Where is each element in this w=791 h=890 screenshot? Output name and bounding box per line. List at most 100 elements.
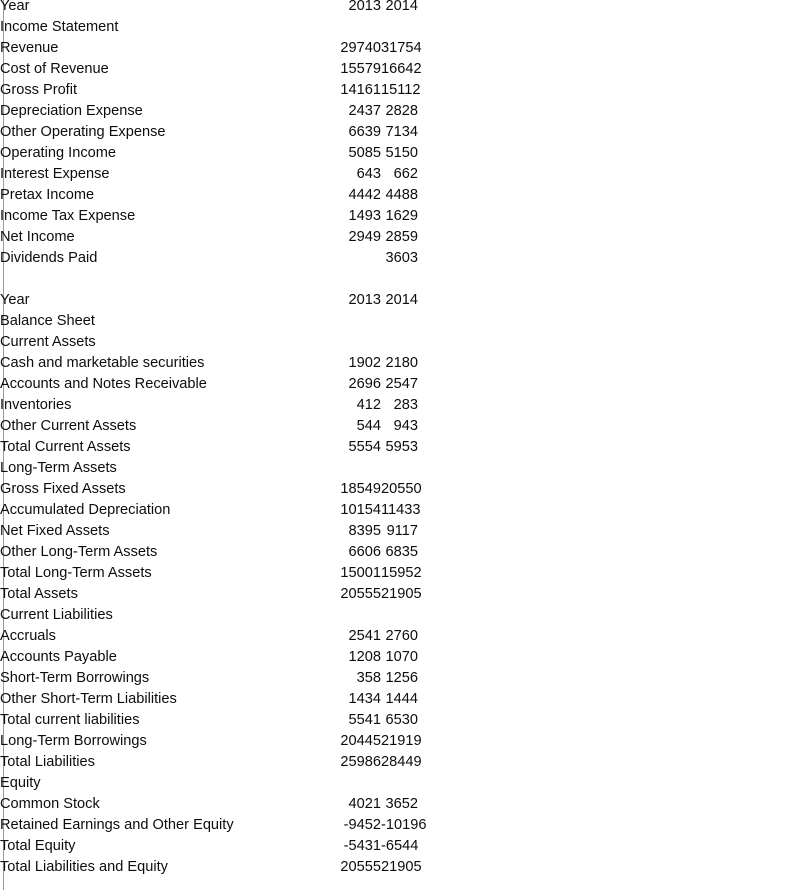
trailing-pad-cell (444, 206, 470, 227)
table-row: Accounts and Notes Receivable 2696 2547 (0, 374, 470, 395)
value-year-1: 544 (356, 418, 381, 434)
row-label: Other Long-Term Assets (0, 544, 158, 560)
trailing-pad-cell (444, 59, 470, 80)
value-year-2: 20550 (381, 481, 422, 497)
value-year-2: 3603 (385, 250, 418, 266)
section-label: Current Assets (0, 334, 96, 350)
table-row: Total Equity -5431 -6544 (0, 836, 470, 857)
row-label: Pretax Income (0, 187, 95, 203)
value-year-2 (381, 311, 444, 332)
column-header-year-1: 2013 (348, 292, 381, 308)
value-year-1 (332, 17, 381, 38)
table-row: Cost of Revenue 15579 16642 (0, 59, 470, 80)
financial-statements-table: Year 2013 2014 Income Statement Revenue 29740… (0, 0, 470, 878)
trailing-pad-cell (444, 689, 470, 710)
trailing-pad-cell (444, 794, 470, 815)
table-section-row: Current Assets (0, 332, 470, 353)
value-year-1: 5085 (348, 145, 381, 161)
trailing-pad-cell (444, 710, 470, 731)
table-section-row: Balance Sheet (0, 311, 470, 332)
table-row: Accruals 2541 2760 (0, 626, 470, 647)
table-row: Total Current Assets 5554 5953 (0, 437, 470, 458)
row-label: Dividends Paid (0, 250, 98, 266)
row-label: Income Tax Expense (0, 208, 136, 224)
table-row: Total Long-Term Assets 15001 15952 (0, 563, 470, 584)
row-label: Depreciation Expense (0, 103, 143, 119)
value-year-2: 1256 (385, 670, 418, 686)
value-year-2: 4488 (385, 187, 418, 203)
row-label: Accounts and Notes Receivable (0, 376, 207, 392)
column-header-label: Year (0, 0, 30, 14)
row-label: Total Liabilities (0, 754, 95, 770)
value-year-1: 1493 (348, 208, 381, 224)
table-row: Retained Earnings and Other Equity -9452-… (0, 815, 470, 836)
trailing-pad-cell (444, 773, 470, 794)
trailing-pad-cell (444, 353, 470, 374)
row-label: Other Current Assets (0, 418, 137, 434)
table-row: Other Current Assets 544 943 (0, 416, 470, 437)
row-label: Gross Fixed Assets (0, 481, 126, 497)
value-year-2: 21919 (381, 733, 422, 749)
value-year-1: 1434 (348, 691, 381, 707)
value-year-2: 283 (393, 397, 418, 413)
value-year-2: 662 (393, 166, 418, 182)
trailing-pad-cell (444, 626, 470, 647)
trailing-pad-cell (444, 143, 470, 164)
table-row: Net Fixed Assets 8395 9117 (0, 521, 470, 542)
column-header-year-2: 2014 (385, 292, 418, 308)
row-label: Accumulated Depreciation (0, 502, 171, 518)
value-year-1: 6639 (348, 124, 381, 140)
trailing-pad-cell (444, 227, 470, 248)
value-year-1 (332, 332, 381, 353)
section-label: Balance Sheet (0, 313, 95, 329)
table-row: Long-Term Borrowings 20445 21919 (0, 731, 470, 752)
value-year-1: 412 (356, 397, 381, 413)
row-label: Short-Term Borrowings (0, 670, 150, 686)
value-year-2: -10196 (381, 817, 427, 833)
row-label: Other Short-Term Liabilities (0, 691, 177, 707)
row-label: Other Operating Expense (0, 124, 166, 140)
table-row: Income Tax Expense 1493 1629 (0, 206, 470, 227)
trailing-pad-cell (444, 584, 470, 605)
value-year-1: 5541 (348, 712, 381, 728)
value-year-2: 9117 (386, 523, 418, 539)
value-year-2: 7134 (385, 124, 418, 140)
row-label: Net Fixed Assets (0, 523, 110, 539)
trailing-pad-cell (444, 437, 470, 458)
value-year-1: 2437 (348, 103, 381, 119)
row-label: Interest Expense (0, 166, 110, 182)
trailing-pad-cell (444, 815, 470, 836)
value-year-2: 6835 (385, 544, 418, 560)
row-label: Net Income (0, 229, 75, 245)
trailing-pad-cell (444, 647, 470, 668)
value-year-1: 15579 (340, 61, 381, 77)
value-year-2: 2859 (385, 229, 418, 245)
value-year-1: 6606 (348, 544, 381, 560)
row-label: Cost of Revenue (0, 61, 109, 77)
value-year-2 (381, 17, 444, 38)
table-section-row: Current Liabilities (0, 605, 470, 626)
row-label: Operating Income (0, 145, 117, 161)
table-row: Interest Expense 643 662 (0, 164, 470, 185)
table-row: Other Long-Term Assets 6606 6835 (0, 542, 470, 563)
trailing-pad-cell (444, 752, 470, 773)
value-year-2: 6530 (385, 712, 418, 728)
row-label: Total Liabilities and Equity (0, 859, 168, 875)
value-year-1 (332, 458, 381, 479)
value-year-2: 943 (393, 418, 418, 434)
section-label: Income Statement (0, 19, 119, 35)
row-label: Total Assets (0, 586, 78, 602)
value-year-2: 5150 (385, 145, 418, 161)
trailing-pad-cell (444, 479, 470, 500)
table-row: Net Income 2949 2859 (0, 227, 470, 248)
table-row: Total Liabilities 25986 28449 (0, 752, 470, 773)
table-row: Total Liabilities and Equity 20555 21905 (0, 857, 470, 878)
row-label: Accounts Payable (0, 649, 117, 665)
value-year-2: 28449 (381, 754, 422, 770)
trailing-pad-cell (444, 731, 470, 752)
value-year-2: 21905 (381, 859, 422, 875)
table-header-row: Year 2013 2014 (0, 0, 470, 17)
value-year-1: 4021 (348, 796, 381, 812)
row-label: Retained Earnings and Other Equity (0, 817, 234, 833)
trailing-pad-cell (444, 563, 470, 584)
